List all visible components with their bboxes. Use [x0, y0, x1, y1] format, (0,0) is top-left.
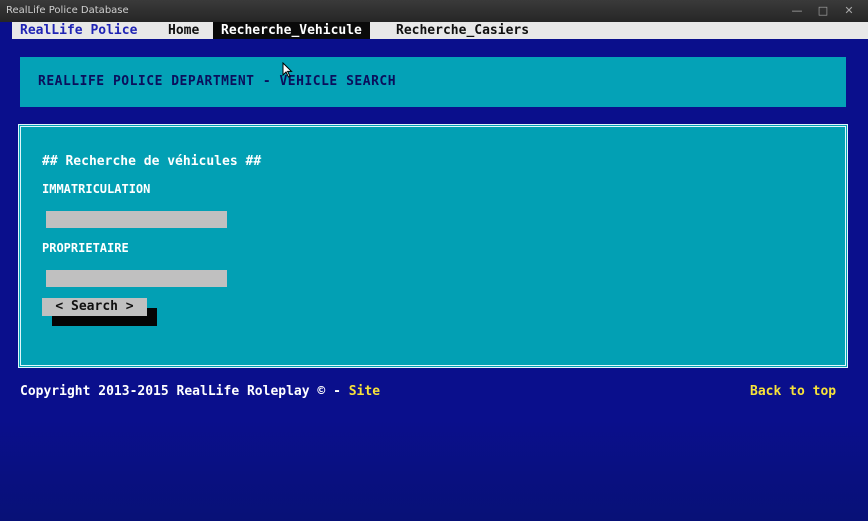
- window-title: RealLife Police Database: [6, 5, 129, 16]
- top-nav: RealLife Police Home Recherche_Vehicule …: [12, 22, 868, 39]
- back-to-top-link[interactable]: Back to top: [750, 384, 836, 399]
- search-button[interactable]: < Search >: [42, 298, 147, 316]
- window-titlebar: RealLife Police Database — □ ✕: [0, 0, 868, 22]
- nav-brand[interactable]: RealLife Police: [12, 22, 145, 39]
- footer-copyright: Copyright 2013-2015 RealLife Roleplay © …: [20, 384, 380, 399]
- copyright-text: Copyright 2013-2015 RealLife Roleplay © …: [20, 384, 349, 399]
- proprietaire-label: PROPRIETAIRE: [42, 241, 129, 255]
- minimize-icon[interactable]: —: [786, 3, 808, 18]
- nav-item-home[interactable]: Home: [160, 22, 207, 39]
- immatriculation-input[interactable]: [46, 211, 227, 228]
- close-icon[interactable]: ✕: [838, 3, 860, 18]
- immatriculation-label: IMMATRICULATION: [42, 182, 151, 196]
- maximize-icon[interactable]: □: [812, 3, 834, 18]
- site-link[interactable]: Site: [349, 384, 380, 399]
- nav-item-recherche-vehicule[interactable]: Recherche_Vehicule: [213, 22, 370, 39]
- page-background-bottom: [0, 420, 868, 521]
- page-title: REALLIFE POLICE DEPARTMENT - VEHICLE SEA…: [38, 74, 397, 89]
- search-form-panel: ## Recherche de véhicules ## IMMATRICULA…: [18, 124, 848, 368]
- page-header: REALLIFE POLICE DEPARTMENT - VEHICLE SEA…: [20, 57, 846, 107]
- nav-item-recherche-casiers[interactable]: Recherche_Casiers: [388, 22, 537, 39]
- proprietaire-input[interactable]: [46, 270, 227, 287]
- form-section-title: ## Recherche de véhicules ##: [42, 154, 262, 169]
